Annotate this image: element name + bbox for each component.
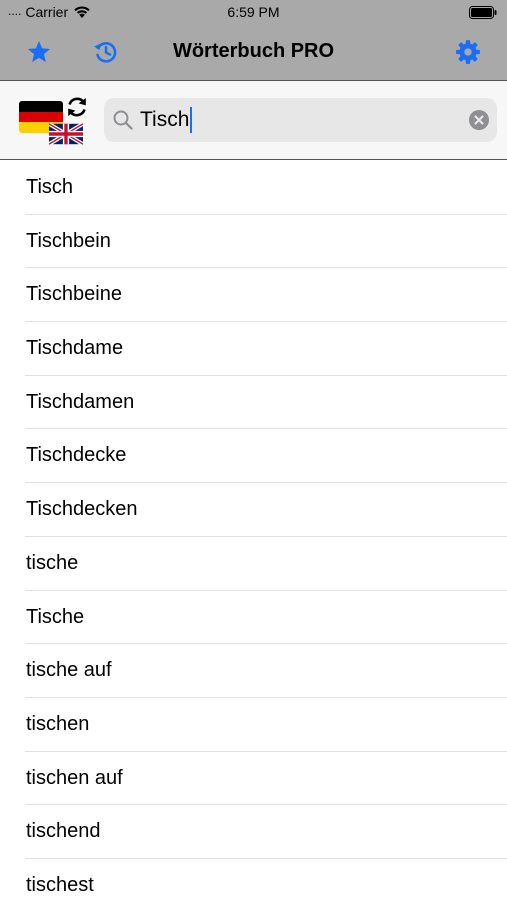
page-title: Wörterbuch PRO (172, 40, 335, 62)
list-item-label: tischest (26, 873, 94, 896)
list-item[interactable]: Tischbein (0, 215, 507, 269)
search-icon (113, 110, 133, 130)
list-item-label: tischen (26, 712, 90, 735)
uk-flag-icon (49, 123, 83, 145)
list-item[interactable]: tische (0, 537, 507, 591)
list-item-label: tischend (26, 820, 101, 843)
list-item[interactable]: tische auf (0, 644, 507, 698)
text-cursor (190, 107, 192, 133)
swap-icon (68, 97, 86, 117)
status-time: 6:59 PM (227, 4, 280, 20)
list-item[interactable]: tischen (0, 698, 507, 752)
list-item-label: tische auf (26, 659, 112, 682)
list-item[interactable]: tischen auf (0, 752, 507, 806)
settings-button[interactable] (454, 38, 482, 66)
battery-icon (469, 6, 497, 19)
list-item-label: tische (26, 551, 79, 574)
list-item-label: Tischdecke (26, 444, 127, 467)
gear-icon (456, 40, 480, 64)
list-item[interactable]: tischest (0, 859, 507, 900)
list-item[interactable]: Tischdecken (0, 483, 507, 537)
list-item[interactable]: Tischdamen (0, 376, 507, 430)
language-switch-button[interactable] (17, 93, 91, 149)
list-item[interactable]: Tischbeine (0, 268, 507, 322)
list-item-label: Tische (26, 605, 85, 628)
status-bar: .... Carrier 6:59 PM (0, 0, 507, 26)
list-item[interactable]: Tisch (0, 161, 507, 215)
search-input[interactable] (140, 104, 460, 136)
top-bar: .... Carrier 6:59 PM Wörterbuch PRO (0, 0, 507, 80)
list-item-label: Tisch (26, 176, 74, 198)
list-item-label: Tischdamen (26, 390, 135, 413)
list-item[interactable]: Tische (0, 591, 507, 645)
list-item[interactable]: Tischdecke (0, 429, 507, 483)
nav-bar: Wörterbuch PRO (0, 28, 507, 76)
list-item-label: Tischbeine (26, 283, 122, 306)
list-item-label: Tischdame (26, 337, 124, 360)
results-list: Tisch Tischbein Tischbeine Tischdame Tischda… (0, 161, 507, 900)
search-area (0, 80, 507, 160)
list-item-label: tischen auf (26, 766, 123, 789)
list-item-label: Tischdecken (26, 498, 138, 521)
list-item[interactable]: tischend (0, 805, 507, 859)
close-icon (474, 115, 484, 125)
clear-search-button[interactable] (469, 110, 489, 130)
list-item-label: Tischbein (26, 229, 111, 252)
search-box[interactable] (104, 98, 497, 142)
list-item[interactable]: Tischdame (0, 322, 507, 376)
